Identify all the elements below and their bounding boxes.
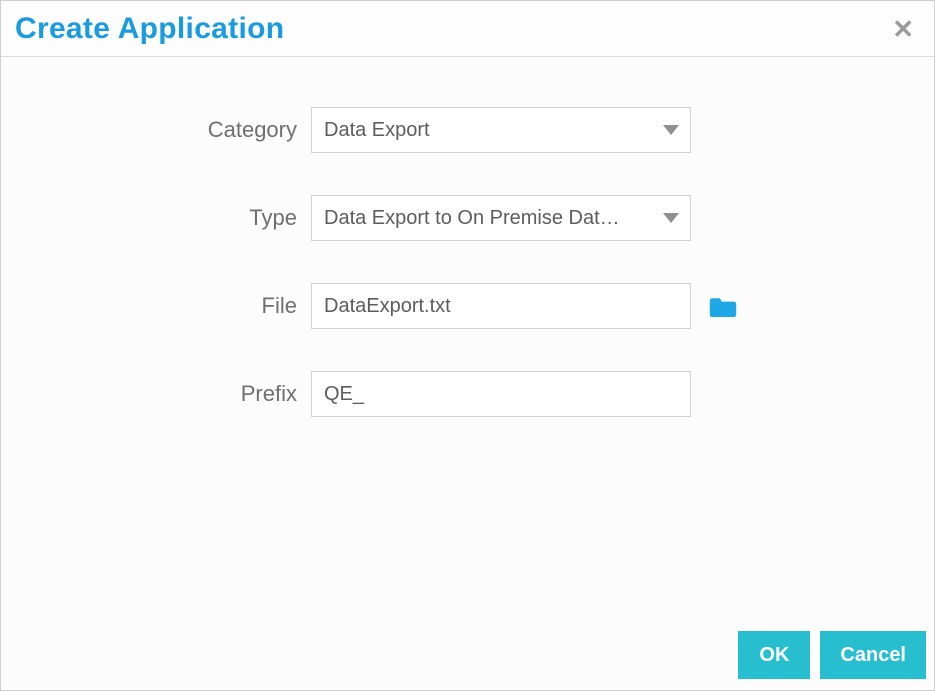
create-application-dialog: Create Application ✕ Category Data Expor… <box>0 0 935 691</box>
type-label: Type <box>1 205 311 231</box>
dialog-footer: OK Cancel <box>1 624 934 690</box>
file-label: File <box>1 293 311 319</box>
category-label: Category <box>1 117 311 143</box>
prefix-label: Prefix <box>1 381 311 407</box>
row-category: Category Data Export <box>1 107 934 153</box>
category-select-value: Data Export <box>324 119 430 142</box>
ok-button[interactable]: OK <box>738 631 810 679</box>
type-select-value: Data Export to On Premise Dat… <box>324 207 620 230</box>
category-select[interactable]: Data Export <box>311 107 691 153</box>
file-input[interactable] <box>311 283 691 329</box>
chevron-down-icon <box>663 213 679 223</box>
type-select[interactable]: Data Export to On Premise Dat… <box>311 195 691 241</box>
prefix-input[interactable] <box>311 371 691 417</box>
dialog-header: Create Application ✕ <box>1 1 934 57</box>
close-icon[interactable]: ✕ <box>886 12 920 46</box>
cancel-button[interactable]: Cancel <box>820 631 926 679</box>
row-type: Type Data Export to On Premise Dat… <box>1 195 934 241</box>
row-file: File <box>1 283 934 329</box>
row-prefix: Prefix <box>1 371 934 417</box>
dialog-title: Create Application <box>15 12 284 46</box>
dialog-body: Category Data Export Type Data Export to… <box>1 57 934 624</box>
folder-icon[interactable] <box>709 295 737 317</box>
chevron-down-icon <box>663 125 679 135</box>
